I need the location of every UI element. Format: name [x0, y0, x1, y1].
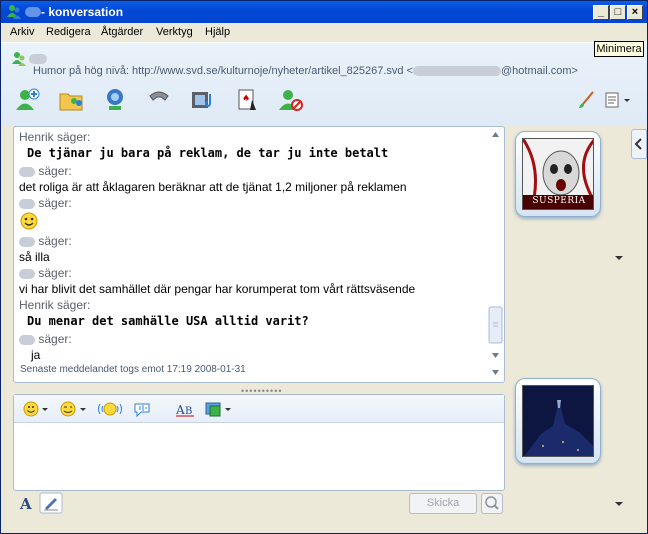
conversation-window: - konversation _ □ × Arkiv Redigera Åtgä… [0, 0, 648, 534]
sender-redacted [19, 334, 35, 345]
contact-personal-message[interactable]: Humor på hög nivå: http://www.svd.se/kul… [33, 65, 578, 77]
personal-message-text: Humor på hög nivå: http://www.svd.se/kul… [33, 65, 414, 77]
contact-status-icon [12, 52, 26, 66]
contact-name-redacted [29, 54, 47, 64]
history-scrollbar[interactable] [487, 127, 504, 382]
message-text: vi har blivit det samhället där pengar h… [19, 282, 416, 296]
menu-atgarder[interactable]: Åtgärder [101, 26, 143, 38]
own-avatar-dropdown-icon[interactable] [615, 502, 623, 506]
voice-clip-icon[interactable] [132, 400, 154, 418]
menu-icon[interactable] [603, 86, 633, 114]
message-text: Du menar det samhälle USA alltid varit? [27, 314, 309, 328]
search-button[interactable] [481, 493, 503, 514]
search-icon [485, 496, 499, 510]
send-button[interactable]: Skicka [409, 493, 477, 514]
menu-redigera[interactable]: Redigera [46, 26, 91, 38]
own-avatar[interactable] [515, 378, 601, 464]
share-folders-icon[interactable] [57, 86, 85, 114]
menu-bar: Arkiv Redigera Åtgärder Verktyg Hjälp [1, 23, 647, 42]
message-input[interactable] [18, 427, 498, 487]
avatar-caption: SUSPERIA [532, 196, 586, 206]
message-list: Henrik säger: De tjänar ju bara på rekla… [19, 129, 479, 363]
collapse-sidebar-button[interactable] [631, 129, 647, 159]
handwriting-mode-icon[interactable] [39, 492, 63, 514]
message-sender: säger: [19, 195, 479, 211]
svg-text:A: A [175, 403, 185, 417]
message-sender: säger: [19, 331, 479, 347]
minimize-tooltip: Minimera [594, 41, 644, 57]
chevron-left-icon [634, 138, 642, 150]
conversation-header: Humor på hög nivå: http://www.svd.se/kul… [1, 42, 647, 126]
contact-avatar-image: SUSPERIA [522, 138, 594, 210]
message-text: ja [31, 348, 41, 362]
message-sender: Henrik säger: [19, 298, 91, 312]
contact-avatar-dropdown-icon[interactable] [615, 256, 623, 260]
action-toolbar: ♠ [1, 86, 647, 120]
emoticons-icon[interactable] [22, 400, 50, 418]
text-mode-icon[interactable]: A [17, 494, 35, 512]
own-avatar-image [522, 385, 594, 457]
video-clip-icon[interactable] [189, 86, 217, 114]
message-emoticon [19, 211, 479, 233]
menu-arkiv[interactable]: Arkiv [10, 26, 34, 38]
paintbrush-icon[interactable] [575, 86, 597, 114]
games-icon[interactable]: ♠ [233, 86, 261, 114]
backgrounds-icon[interactable] [204, 400, 234, 418]
message-sender: säger: [19, 233, 479, 249]
nudge-icon[interactable] [96, 400, 124, 418]
contact-name-redacted [25, 7, 41, 17]
title-bar[interactable]: - konversation _ □ × [1, 1, 647, 23]
message-text: det roliga är att åklagaren beräknar att… [19, 180, 407, 194]
svg-text:♠: ♠ [242, 94, 250, 104]
message-text: så illa [19, 250, 50, 264]
compose-area[interactable]: AB [13, 394, 505, 491]
sender-redacted [19, 198, 35, 209]
compose-bottom-bar: A Skicka [13, 492, 505, 514]
scroll-down-icon [492, 353, 499, 358]
email-domain: @hotmail.com> [501, 65, 578, 77]
svg-text:A: A [19, 495, 32, 512]
menu-verktyg[interactable]: Verktyg [156, 26, 193, 38]
close-button[interactable]: × [627, 5, 643, 20]
scroll-up-icon [492, 132, 499, 137]
svg-text:B: B [185, 406, 192, 417]
block-icon[interactable] [277, 86, 305, 114]
sender-redacted [19, 236, 35, 247]
winks-icon[interactable] [58, 400, 88, 418]
message-sender: Henrik säger: [19, 130, 91, 144]
email-redacted [413, 66, 502, 77]
webcam-icon[interactable] [101, 86, 129, 114]
window-title: - konversation [41, 5, 124, 19]
smiley-icon [20, 212, 38, 230]
message-sender: säger: [19, 265, 479, 281]
maximize-button[interactable]: □ [610, 5, 626, 20]
message-text: De tjänar ju bara på reklam, de tar ju i… [27, 146, 389, 160]
font-icon[interactable]: AB [174, 400, 196, 418]
last-message-status: Senaste meddelandet togs emot 17:19 2008… [20, 364, 246, 375]
sender-redacted [19, 268, 35, 279]
contact-avatar[interactable]: SUSPERIA [515, 131, 601, 217]
sender-redacted [19, 166, 35, 177]
minimize-button[interactable]: _ [593, 5, 609, 20]
avatar-artwork [523, 386, 593, 456]
message-sender: säger: [19, 163, 479, 179]
messenger-icon [7, 5, 21, 19]
conversation-history[interactable]: Henrik säger: De tjänar ju bara på rekla… [13, 126, 505, 383]
menu-hjalp[interactable]: Hjälp [205, 26, 230, 38]
call-icon[interactable] [145, 86, 173, 114]
add-contact-icon[interactable] [13, 86, 41, 114]
format-toolbar: AB [14, 395, 504, 423]
